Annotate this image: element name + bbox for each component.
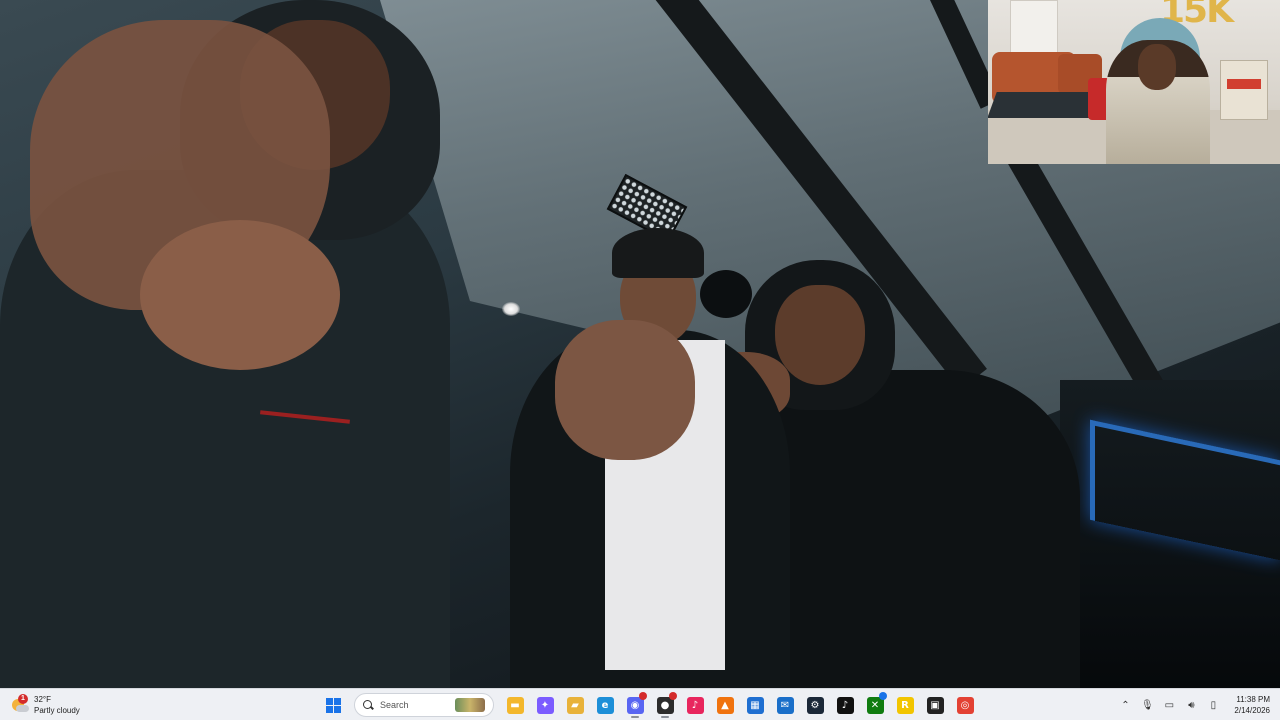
taskbar-app-folder[interactable]: ▰ — [562, 692, 588, 718]
mail-icon: ✉ — [776, 696, 794, 714]
system-tray: ⌃ 🎙︎ ▭ 🔊︎ ▯ 11:38 PM 2/14/2026 — [1118, 692, 1270, 718]
taskbar-app-steam[interactable]: ⚙ — [802, 692, 828, 718]
chrome-icon: ◎ — [956, 696, 974, 714]
tiktok-icon: ♪ — [836, 696, 854, 714]
taskbar-app-copilot[interactable]: ✦ — [532, 692, 558, 718]
weather-badge: 1 — [18, 694, 28, 704]
folder-icon: ▰ — [566, 696, 584, 714]
notification-dot — [639, 692, 647, 700]
search-icon — [363, 699, 374, 711]
file-explorer-icon: ▬ — [506, 696, 524, 714]
clock-time: 11:38 PM — [1236, 695, 1270, 704]
hand — [140, 220, 340, 370]
taskbar: 1 32°F Partly cloudy Search ▬ ✦ ▰ e ◉ ● ♪ ▲ ▦ ✉ ⚙ ♪… — [0, 688, 1280, 720]
edge-icon: e — [596, 696, 614, 714]
taskbar-search[interactable]: Search — [354, 693, 494, 717]
taskbar-app-store[interactable]: ▦ — [742, 692, 768, 718]
taskbar-app-edge[interactable]: e — [592, 692, 618, 718]
notification-dot — [879, 692, 887, 700]
chevron-up-icon[interactable]: ⌃ — [1118, 698, 1132, 712]
taskbar-app-media-app[interactable]: ▣ — [922, 692, 948, 718]
network-icon[interactable]: ▭ — [1162, 698, 1176, 712]
webcam-overlay: 15K — [988, 0, 1280, 164]
vlc-icon: ▲ — [716, 696, 734, 714]
taskbar-app-discord[interactable]: ◉ — [622, 692, 648, 718]
jacket — [740, 370, 1080, 688]
taskbar-app-tiktok[interactable]: ♪ — [832, 692, 858, 718]
microphone-icon[interactable]: 🎙︎ — [1140, 698, 1154, 712]
taskbar-app-chrome[interactable]: ◎ — [952, 692, 978, 718]
cap — [612, 228, 704, 278]
rockstar-icon: R — [896, 696, 914, 714]
taskbar-app-tiktok-live[interactable]: ♪ — [682, 692, 708, 718]
steam-icon: ⚙ — [806, 696, 824, 714]
weather-widget[interactable]: 1 32°F Partly cloudy — [10, 692, 120, 718]
notification-dot — [669, 692, 677, 700]
taskbar-app-vlc[interactable]: ▲ — [712, 692, 738, 718]
speaker — [700, 270, 752, 318]
volume-icon[interactable]: 🔊︎ — [1184, 698, 1198, 712]
store-icon: ▦ — [746, 696, 764, 714]
search-highlight-image — [455, 698, 485, 712]
media-app-icon: ▣ — [926, 696, 944, 714]
pinned-apps: ▬ ✦ ▰ e ◉ ● ♪ ▲ ▦ ✉ ⚙ ♪ ✕ R ▣ ◎ — [502, 692, 978, 718]
weather-condition: Partly cloudy — [34, 706, 80, 715]
taskbar-app-obs[interactable]: ● — [652, 692, 678, 718]
taskbar-app-mail[interactable]: ✉ — [772, 692, 798, 718]
battery-icon[interactable]: ▯ — [1206, 698, 1220, 712]
partly-cloudy-icon: 1 — [10, 694, 29, 714]
start-button[interactable] — [320, 692, 346, 718]
windows-icon — [325, 697, 341, 713]
door — [1010, 0, 1058, 60]
clock-date: 2/14/2026 — [1234, 706, 1270, 715]
copilot-icon: ✦ — [536, 696, 554, 714]
weather-temperature: 32°F — [34, 695, 51, 704]
streamer-head — [1138, 44, 1176, 90]
tiktok-live-icon: ♪ — [686, 696, 704, 714]
ceiling-light — [502, 302, 520, 316]
hand — [555, 320, 695, 460]
face — [775, 285, 865, 385]
search-placeholder: Search — [380, 700, 409, 710]
taskbar-app-rockstar[interactable]: R — [892, 692, 918, 718]
taskbar-app-xbox[interactable]: ✕ — [862, 692, 888, 718]
clock[interactable]: 11:38 PM 2/14/2026 — [1234, 694, 1270, 716]
taskbar-center: Search ▬ ✦ ▰ e ◉ ● ♪ ▲ ▦ ✉ ⚙ ♪ ✕ R ▣ ◎ — [320, 692, 978, 718]
shelf — [1220, 60, 1268, 120]
taskbar-app-file-explorer[interactable]: ▬ — [502, 692, 528, 718]
